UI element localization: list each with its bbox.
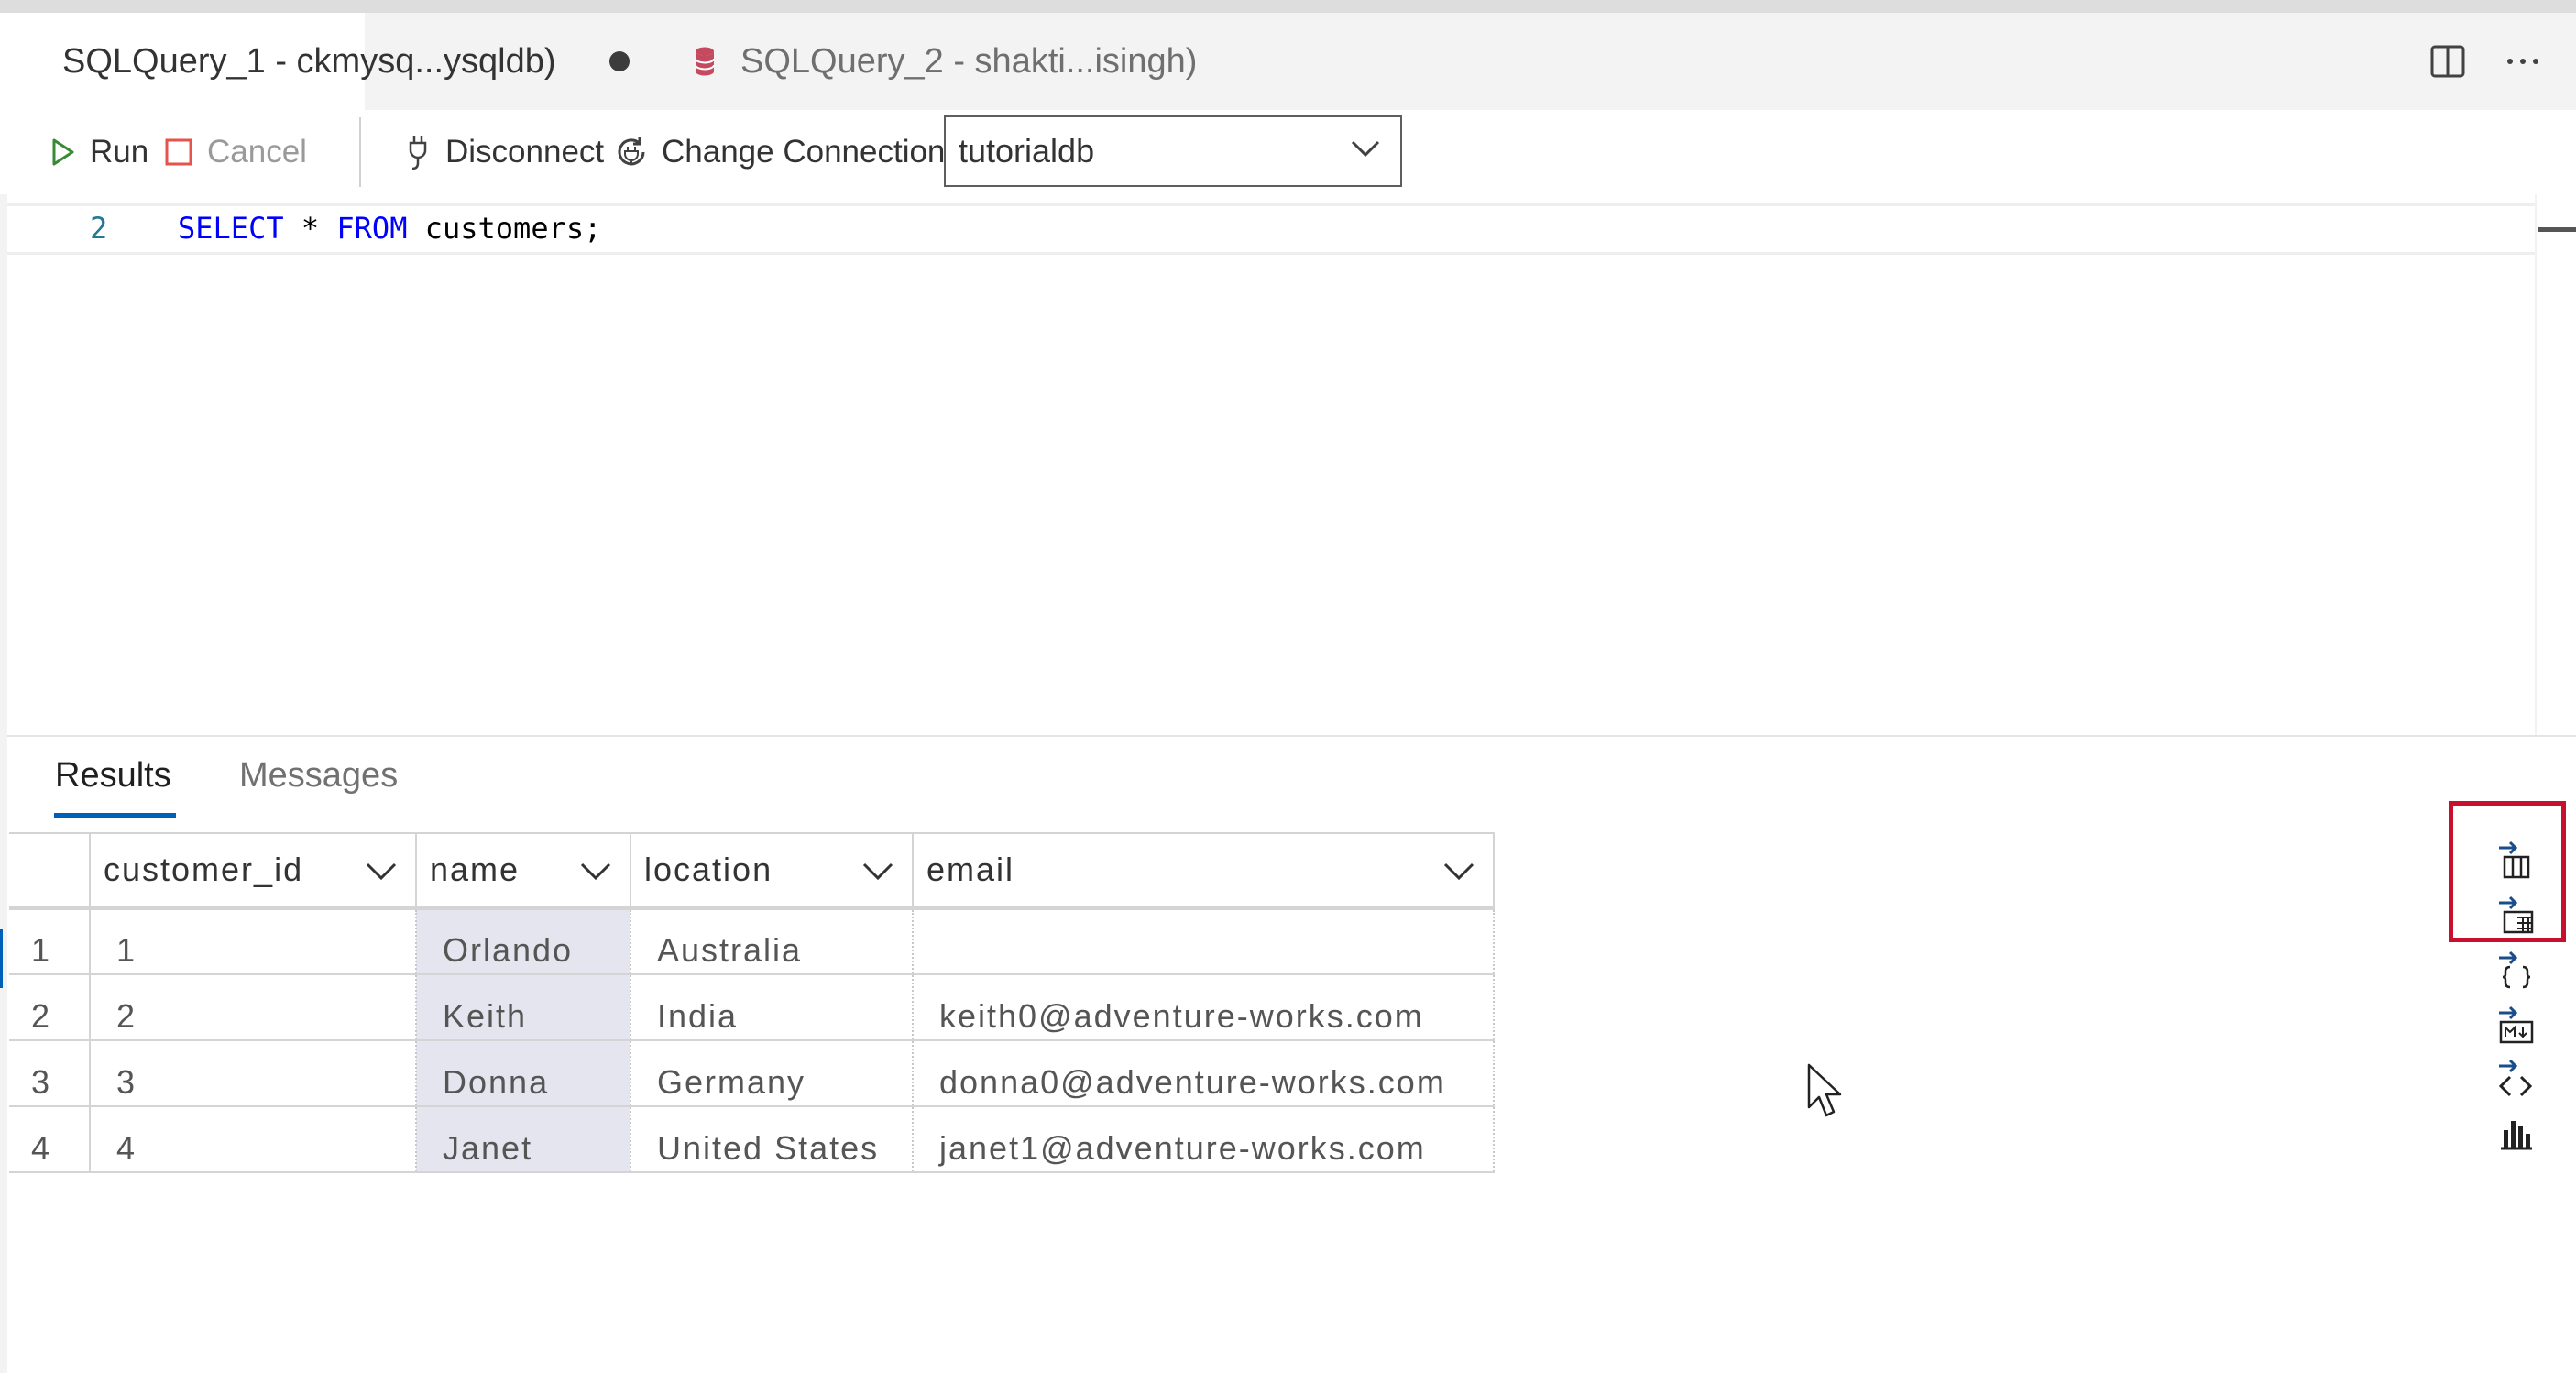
row-number[interactable]: 3 — [9, 1040, 91, 1107]
cell-customer-id[interactable]: 3 — [90, 1040, 417, 1107]
row-number[interactable]: 1 — [9, 908, 91, 975]
tab-messages[interactable]: Messages — [239, 756, 398, 796]
table-row: 3 3 Donna Germany donna0@adventure-works… — [9, 1040, 1495, 1107]
cell-location[interactable]: India — [630, 974, 914, 1041]
chevron-down-icon[interactable] — [580, 862, 611, 882]
column-header-label: customer_id — [104, 851, 304, 888]
overview-ruler-cursor-mark — [2538, 227, 2576, 232]
grid-focus-indicator — [0, 929, 3, 988]
column-header-label: email — [926, 851, 1015, 888]
save-as-json-icon — [2499, 950, 2531, 989]
cell-email[interactable]: janet1@adventure-works.com — [913, 1106, 1495, 1173]
mouse-pointer-icon — [1807, 1063, 1842, 1117]
split-editor-icon[interactable] — [2429, 43, 2466, 80]
save-as-excel-icon — [2499, 895, 2534, 934]
row-number[interactable]: 4 — [9, 1106, 91, 1173]
cell-customer-id[interactable]: 4 — [90, 1106, 417, 1173]
column-header-name[interactable]: name — [416, 832, 631, 910]
line-number: 2 — [90, 211, 108, 246]
grid-header-row: customer_id name location email — [9, 832, 1495, 910]
chart-button[interactable] — [2482, 1105, 2549, 1159]
change-connection-button[interactable]: Change Connection — [614, 110, 945, 194]
keyword-select: SELECT — [178, 211, 284, 246]
editor-results-splitter[interactable] — [7, 735, 2576, 737]
results-tab-bar: Results Messages — [7, 738, 740, 820]
row-number-header[interactable] — [9, 832, 91, 910]
table-row: 4 4 Janet United States janet1@adventure… — [9, 1106, 1495, 1173]
tab-sqlquery-2[interactable] — [365, 13, 707, 110]
chevron-down-icon[interactable] — [366, 862, 397, 882]
cell-location[interactable]: United States — [630, 1106, 914, 1173]
save-as-csv-button[interactable] — [2482, 834, 2549, 887]
run-button[interactable]: Run — [51, 110, 148, 194]
database-icon — [695, 47, 715, 76]
column-header-location[interactable]: location — [630, 832, 914, 910]
tab-actions — [2429, 13, 2576, 110]
save-as-markdown-icon — [2499, 1005, 2534, 1044]
cancel-label: Cancel — [207, 134, 307, 170]
table-row: 2 2 Keith India keith0@adventure-works.c… — [9, 974, 1495, 1041]
play-icon — [52, 138, 74, 166]
tab-label: SQLQuery_2 - shakti...isingh) — [740, 41, 1198, 81]
query-toolbar: Run Cancel Disconnect Change Connection … — [0, 110, 2576, 194]
tab-sqlquery-1[interactable]: SQLQuery_1 - ckmysq...ysqldb) — [0, 13, 556, 110]
tab-results[interactable]: Results — [55, 756, 171, 796]
column-header-customer-id[interactable]: customer_id — [90, 832, 417, 910]
cell-customer-id[interactable]: 1 — [90, 908, 417, 975]
cell-name[interactable]: Donna — [416, 1040, 631, 1107]
cell-location[interactable]: Germany — [630, 1040, 914, 1107]
results-grid: customer_id name location email 1 1 Orla… — [9, 832, 1495, 1173]
active-tab-underline — [54, 813, 176, 818]
disconnect-button[interactable]: Disconnect — [405, 110, 604, 194]
cell-name[interactable]: Janet — [416, 1106, 631, 1173]
keyword-from: FROM — [336, 211, 408, 246]
left-edge-strip — [0, 194, 7, 1373]
editor-tab-bar: SQLQuery_1 - ckmysq...ysqldb) SQLQuery_2… — [0, 13, 2576, 110]
code-rest: customers; — [407, 211, 602, 246]
save-as-csv-icon — [2499, 840, 2530, 879]
window-top-band — [0, 0, 2576, 13]
toolbar-separator — [359, 117, 361, 187]
tab-sqlquery-2-label-area[interactable]: SQLQuery_2 - shakti...isingh) — [695, 13, 1263, 110]
cell-name[interactable]: Keith — [416, 974, 631, 1041]
more-actions-icon[interactable] — [2505, 43, 2541, 80]
change-connection-label: Change Connection — [662, 134, 946, 170]
column-header-label: location — [644, 851, 773, 888]
cell-name[interactable]: Orlando — [416, 908, 631, 975]
cell-email[interactable]: keith0@adventure-works.com — [913, 974, 1495, 1041]
disconnect-label: Disconnect — [445, 134, 605, 170]
change-connection-icon — [618, 137, 645, 166]
code-line[interactable]: SELECT * FROM customers; — [178, 205, 601, 251]
chevron-down-icon — [1351, 140, 1380, 158]
column-header-email[interactable]: email — [913, 832, 1495, 910]
sql-editor[interactable]: 2 SELECT * FROM customers; — [7, 194, 2576, 735]
cell-location[interactable]: Australia — [630, 908, 914, 975]
code-star: * — [283, 211, 337, 246]
database-select-value: tutorialdb — [959, 132, 1095, 170]
tab-bar-empty-area — [1269, 13, 2576, 110]
chevron-down-icon[interactable] — [862, 862, 893, 882]
save-as-xml-button[interactable] — [2482, 1052, 2549, 1105]
database-select[interactable]: tutorialdb — [944, 115, 1402, 187]
row-number[interactable]: 2 — [9, 974, 91, 1041]
table-row: 1 1 Orlando Australia — [9, 908, 1495, 975]
cell-customer-id[interactable]: 2 — [90, 974, 417, 1041]
save-as-markdown-button[interactable] — [2482, 999, 2549, 1052]
column-header-label: name — [430, 851, 521, 888]
cancel-button[interactable]: Cancel — [165, 110, 307, 194]
save-as-excel-button[interactable] — [2482, 889, 2549, 942]
cell-email[interactable]: donna0@adventure-works.com — [913, 1040, 1495, 1107]
chart-icon — [2501, 1121, 2532, 1150]
editor-overview-ruler[interactable] — [2535, 194, 2537, 735]
save-as-json-button[interactable] — [2482, 944, 2549, 997]
unplug-icon — [409, 136, 427, 170]
stop-icon — [165, 138, 192, 166]
run-label: Run — [90, 134, 149, 170]
cell-email[interactable] — [913, 908, 1495, 975]
save-as-xml-icon — [2498, 1059, 2533, 1097]
chevron-down-icon[interactable] — [1443, 862, 1474, 882]
